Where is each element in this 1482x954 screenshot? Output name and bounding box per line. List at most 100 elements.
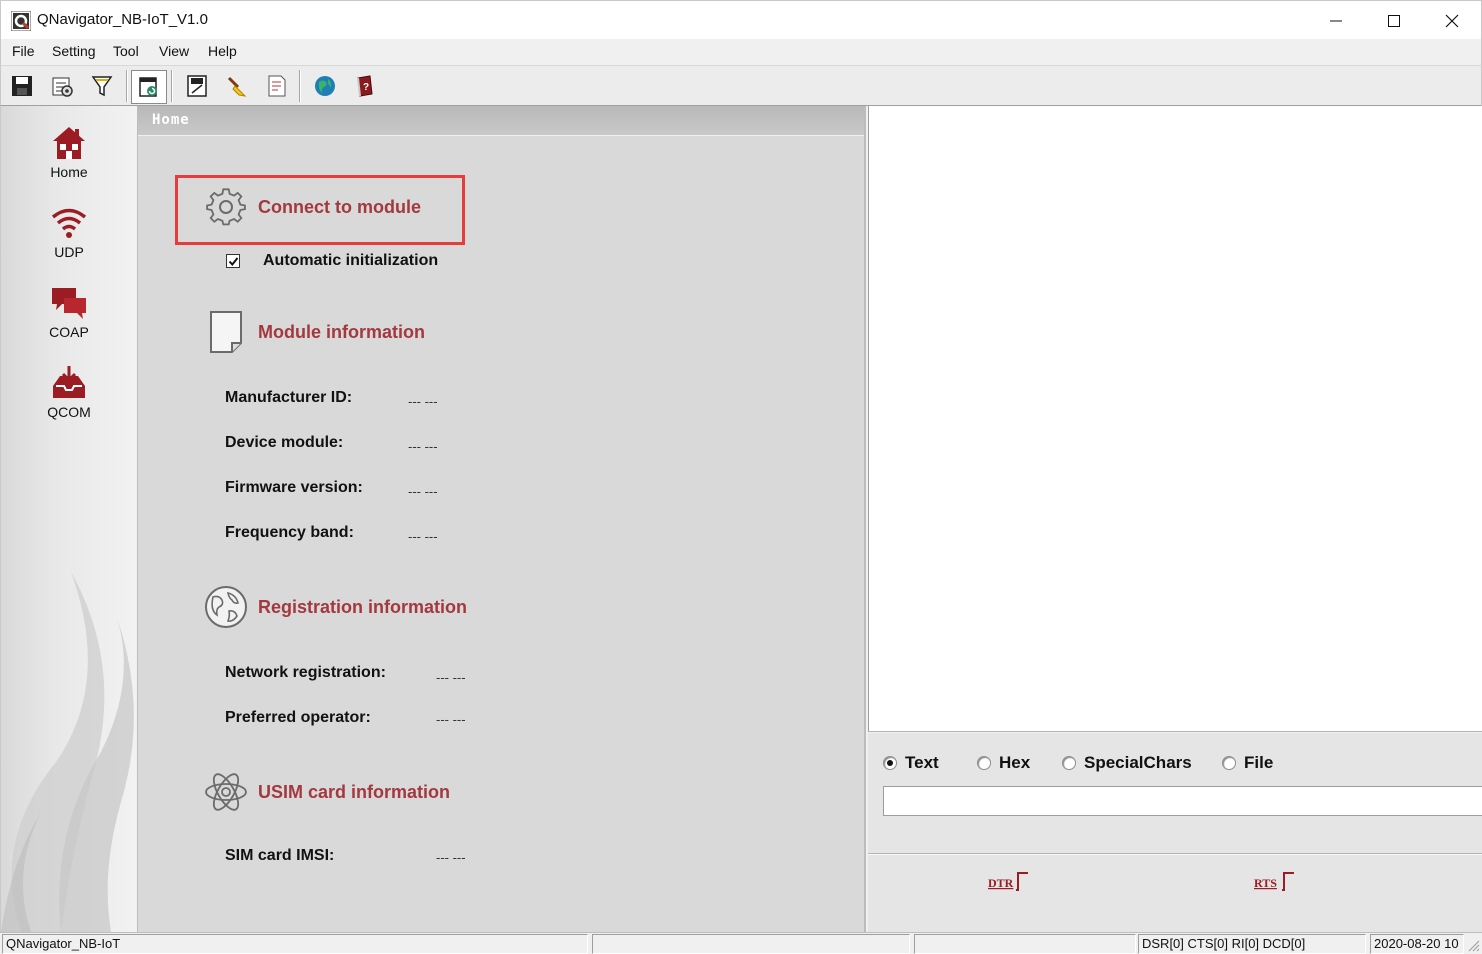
minimize-icon bbox=[1330, 20, 1342, 21]
nav-coap[interactable]: COAP bbox=[1, 284, 137, 340]
toolbar-document-button[interactable] bbox=[263, 72, 291, 100]
document-icon bbox=[210, 311, 242, 353]
gear-icon bbox=[206, 188, 246, 226]
device-module-value: --- --- bbox=[408, 439, 438, 454]
manufacturer-id-value: --- --- bbox=[408, 394, 438, 409]
svg-text:?: ? bbox=[363, 82, 369, 93]
menu-setting[interactable]: Setting bbox=[52, 43, 96, 59]
nav-udp[interactable]: UDP bbox=[1, 204, 137, 260]
menu-tool[interactable]: Tool bbox=[113, 43, 139, 59]
connect-to-module-label: Connect to module bbox=[258, 196, 421, 217]
resize-grip-icon[interactable] bbox=[1466, 938, 1480, 952]
radio-indicator bbox=[1222, 756, 1236, 770]
mode-specialchars-radio[interactable]: SpecialChars bbox=[1062, 753, 1192, 773]
checkmark-icon bbox=[228, 256, 238, 266]
dtr-toggle-button[interactable]: DTR bbox=[988, 868, 1032, 894]
frequency-band-value: --- --- bbox=[408, 529, 438, 544]
toolbar: ? bbox=[0, 65, 1482, 106]
network-registration-value: --- --- bbox=[436, 670, 466, 685]
nav-udp-label: UDP bbox=[54, 244, 84, 260]
window-title: QNavigator_NB-IoT_V1.0 bbox=[37, 11, 208, 28]
mode-specialchars-label: SpecialChars bbox=[1084, 753, 1192, 772]
toolbar-separator bbox=[171, 70, 173, 102]
mode-file-label: File bbox=[1244, 753, 1274, 772]
filter-icon bbox=[91, 76, 113, 97]
status-bar: QNavigator_NB-IoT DSR[0] CTS[0] RI[0] DC… bbox=[0, 932, 1482, 954]
mode-file-radio[interactable]: File bbox=[1222, 753, 1273, 773]
toolbar-save-log-button[interactable] bbox=[183, 72, 211, 100]
manufacturer-id-label: Manufacturer ID: bbox=[225, 389, 353, 406]
refresh-icon bbox=[139, 77, 157, 97]
network-registration-label: Network registration: bbox=[225, 664, 386, 681]
mode-text-radio[interactable]: Text bbox=[883, 753, 939, 773]
clear-icon bbox=[227, 76, 247, 97]
toolbar-clear-button[interactable] bbox=[223, 72, 251, 100]
toolbar-filter-button[interactable] bbox=[88, 72, 116, 100]
atom-icon bbox=[205, 773, 247, 811]
left-navigation: Home UDP COAP QCOM bbox=[0, 106, 138, 932]
app-logo-icon bbox=[11, 11, 31, 31]
usim-info-title: USIM card information bbox=[258, 781, 451, 802]
menu-help[interactable]: Help bbox=[208, 43, 237, 59]
radio-indicator bbox=[1062, 756, 1076, 770]
chat-icon bbox=[52, 288, 86, 319]
auto-init-checkbox[interactable] bbox=[226, 254, 240, 268]
status-app-name: QNavigator_NB-IoT bbox=[2, 934, 588, 954]
minimize-button[interactable] bbox=[1307, 1, 1365, 40]
nav-qcom[interactable]: QCOM bbox=[1, 364, 137, 420]
firmware-version-value: --- --- bbox=[408, 484, 438, 499]
title-bar: QNavigator_NB-IoT_V1.0 bbox=[0, 0, 1482, 39]
close-icon bbox=[1445, 14, 1459, 27]
maximize-icon bbox=[1388, 14, 1400, 27]
home-panel: Home Connect to module Automatic initial… bbox=[138, 106, 866, 932]
mode-text-label: Text bbox=[905, 753, 939, 772]
toolbar-web-button[interactable] bbox=[311, 72, 339, 100]
home-panel-title: Home bbox=[152, 112, 190, 128]
rts-signal-icon: RTS bbox=[1254, 872, 1294, 891]
send-separator bbox=[868, 853, 1482, 855]
dtr-label: DTR bbox=[988, 876, 1014, 890]
auto-init-label: Automatic initialization bbox=[263, 252, 439, 269]
radio-dot bbox=[887, 760, 893, 766]
mode-hex-radio[interactable]: Hex bbox=[977, 753, 1030, 773]
close-button[interactable] bbox=[1423, 1, 1481, 40]
menu-view[interactable]: View bbox=[159, 43, 189, 59]
toolbar-settings-button[interactable] bbox=[48, 72, 76, 100]
frequency-band-label: Frequency band: bbox=[225, 524, 354, 541]
preferred-operator-label: Preferred operator: bbox=[225, 709, 371, 726]
connect-to-module-button[interactable]: Connect to module bbox=[204, 185, 421, 229]
status-datetime: 2020-08-20 10 bbox=[1370, 934, 1464, 954]
home-panel-header: Home bbox=[138, 106, 864, 136]
sim-imsi-value: --- --- bbox=[436, 850, 466, 865]
toolbar-save-button[interactable] bbox=[8, 72, 36, 100]
wifi-icon bbox=[51, 208, 87, 238]
toolbar-separator bbox=[126, 70, 128, 102]
radio-indicator bbox=[883, 756, 897, 770]
status-cell-2 bbox=[592, 934, 910, 954]
decorative-swirl bbox=[1, 572, 134, 932]
firmware-version-label: Firmware version: bbox=[225, 479, 363, 496]
inbox-icon bbox=[53, 366, 85, 398]
mode-hex-label: Hex bbox=[999, 753, 1031, 772]
registration-info-title: Registration information bbox=[258, 596, 468, 617]
settings-icon bbox=[52, 77, 73, 97]
maximize-button[interactable] bbox=[1365, 1, 1423, 40]
send-panel: Text Hex SpecialChars File DTR RTS bbox=[868, 733, 1482, 932]
document-icon bbox=[268, 75, 286, 97]
auto-init-row: Automatic initialization bbox=[226, 252, 438, 270]
rts-toggle-button[interactable]: RTS bbox=[1254, 868, 1298, 894]
menu-bar: File Setting Tool View Help bbox=[0, 39, 1482, 65]
output-textarea[interactable] bbox=[868, 106, 1482, 732]
toolbar-refresh-button[interactable] bbox=[131, 70, 167, 104]
preferred-operator-value: --- --- bbox=[436, 712, 466, 727]
sim-imsi-label: SIM card IMSI: bbox=[225, 847, 335, 864]
dtr-signal-icon: DTR bbox=[988, 872, 1028, 891]
status-signals: DSR[0] CTS[0] RI[0] DCD[0] bbox=[1138, 934, 1366, 954]
send-input[interactable] bbox=[883, 786, 1482, 816]
menu-file[interactable]: File bbox=[12, 43, 35, 59]
nav-qcom-label: QCOM bbox=[47, 404, 91, 420]
toolbar-manual-button[interactable]: ? bbox=[351, 72, 379, 100]
nav-home[interactable]: Home bbox=[1, 124, 137, 180]
globe-icon bbox=[315, 76, 335, 96]
manual-icon: ? bbox=[357, 75, 373, 97]
